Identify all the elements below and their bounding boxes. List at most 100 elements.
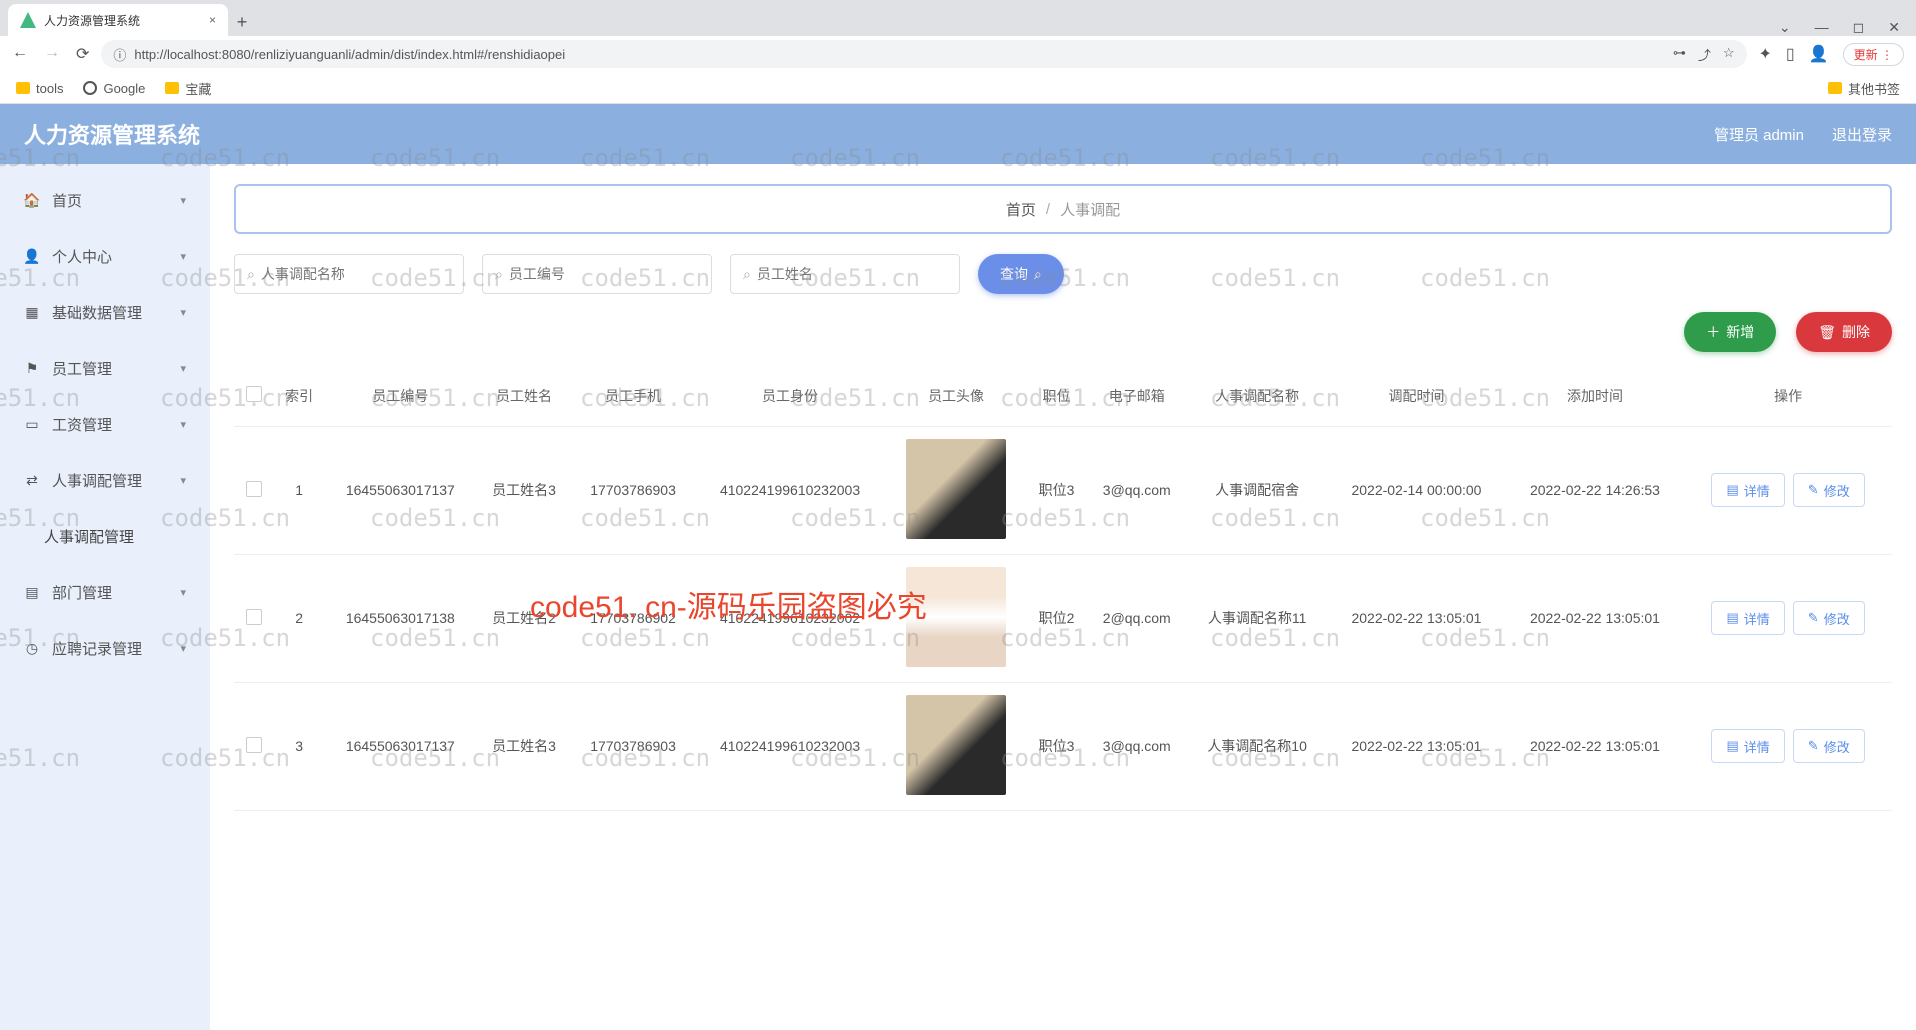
edit-button[interactable]: ✎修改 bbox=[1793, 601, 1865, 635]
search-empname-input[interactable] bbox=[757, 266, 947, 282]
search-bar: ⌕ ⌕ ⌕ 查询⌕ bbox=[234, 254, 1892, 294]
row-checkbox[interactable] bbox=[246, 737, 262, 753]
table-header: 调配时间 bbox=[1327, 366, 1505, 426]
bookmark-treasure[interactable]: 宝藏 bbox=[165, 79, 211, 98]
menu-label: 首页 bbox=[52, 190, 82, 211]
breadcrumb-home[interactable]: 首页 bbox=[1006, 199, 1036, 220]
minimize-icon[interactable]: — bbox=[1815, 19, 1829, 36]
close-window-icon[interactable]: ✕ bbox=[1888, 19, 1900, 36]
cell-empno: 16455063017137 bbox=[324, 426, 476, 554]
bookmark-tools[interactable]: tools bbox=[16, 81, 63, 96]
menu-icon: 🏠 bbox=[24, 192, 40, 208]
logout-link[interactable]: 退出登录 bbox=[1832, 124, 1892, 145]
star-icon[interactable]: ☆ bbox=[1723, 45, 1735, 64]
sidebar: 🏠首页▾👤个人中心▾▦基础数据管理▾⚑员工管理▾▭工资管理▾⇄人事调配管理▾人事… bbox=[0, 164, 210, 1030]
search-name-field[interactable]: ⌕ bbox=[234, 254, 464, 294]
query-button[interactable]: 查询⌕ bbox=[978, 254, 1064, 294]
search-empno-input[interactable] bbox=[509, 266, 699, 282]
sidebar-item-8[interactable]: ◷应聘记录管理▾ bbox=[0, 620, 210, 676]
search-icon: ⌕ bbox=[1034, 266, 1042, 283]
back-icon[interactable]: ← bbox=[12, 44, 28, 64]
cell-idcard: 410224199610232002 bbox=[694, 554, 885, 682]
detail-button[interactable]: ▤详情 bbox=[1711, 601, 1784, 635]
forward-icon[interactable]: → bbox=[44, 44, 60, 64]
cell-tname: 人事调配宿舍 bbox=[1187, 426, 1327, 554]
key-icon[interactable]: ⊶ bbox=[1673, 45, 1686, 64]
menu-icon: ⇄ bbox=[24, 472, 40, 488]
menu-label: 基础数据管理 bbox=[52, 302, 142, 323]
cell-name: 员工姓名3 bbox=[476, 426, 571, 554]
table-row: 316455063017137员工姓名317703786903410224199… bbox=[234, 682, 1892, 810]
window-controls: ⌄ — ◻ ✕ bbox=[1779, 19, 1916, 36]
cell-atime: 2022-02-22 14:26:53 bbox=[1506, 426, 1684, 554]
user-label[interactable]: 管理员 admin bbox=[1714, 124, 1804, 145]
cell-ttime: 2022-02-22 13:05:01 bbox=[1327, 554, 1505, 682]
chevron-icon: ▾ bbox=[180, 418, 186, 431]
row-checkbox[interactable] bbox=[246, 481, 262, 497]
breadcrumb-sep: / bbox=[1046, 201, 1050, 218]
sidebar-item-1[interactable]: 👤个人中心▾ bbox=[0, 228, 210, 284]
profile-icon[interactable]: 👤 bbox=[1809, 44, 1829, 64]
menu-label: 人事调配管理 bbox=[44, 526, 134, 547]
sidebar-item-3[interactable]: ⚑员工管理▾ bbox=[0, 340, 210, 396]
cell-name: 员工姓名2 bbox=[476, 554, 571, 682]
extension-icon[interactable]: ✦ bbox=[1759, 44, 1772, 64]
sidebar-item-2[interactable]: ▦基础数据管理▾ bbox=[0, 284, 210, 340]
chevron-icon: ▾ bbox=[180, 642, 186, 655]
sidebar-item-0[interactable]: 🏠首页▾ bbox=[0, 172, 210, 228]
app-header: 人力资源管理系统 管理员 admin 退出登录 bbox=[0, 104, 1916, 164]
tab-bar: 人力资源管理系统 × + ⌄ — ◻ ✕ bbox=[0, 0, 1916, 36]
action-buttons: ＋新增 🗑删除 bbox=[234, 312, 1892, 352]
add-button[interactable]: ＋新增 bbox=[1684, 312, 1776, 352]
main-content: 首页 / 人事调配 ⌕ ⌕ ⌕ 查询⌕ ＋新增 bbox=[210, 164, 1916, 1030]
menu-icon: ▦ bbox=[24, 304, 40, 320]
vue-favicon bbox=[20, 12, 36, 28]
detail-button[interactable]: ▤详情 bbox=[1711, 473, 1784, 507]
new-tab-button[interactable]: + bbox=[228, 8, 256, 36]
data-table: 索引员工编号员工姓名员工手机员工身份员工头像职位电子邮箱人事调配名称调配时间添加… bbox=[234, 366, 1892, 811]
bookmark-google[interactable]: Google bbox=[83, 81, 145, 96]
menu-icon: ⚑ bbox=[24, 360, 40, 376]
sidebar-item-6[interactable]: 人事调配管理 bbox=[0, 508, 210, 564]
address-bar: ← → ⟳ ⓘ http://localhost:8080/renliziyua… bbox=[0, 36, 1916, 72]
edit-button[interactable]: ✎修改 bbox=[1793, 473, 1865, 507]
close-tab-icon[interactable]: × bbox=[209, 13, 216, 27]
detail-button[interactable]: ▤详情 bbox=[1711, 729, 1784, 763]
edit-button[interactable]: ✎修改 bbox=[1793, 729, 1865, 763]
bookmarks-bar: tools Google 宝藏 其他书签 bbox=[0, 72, 1916, 104]
table-header: 员工编号 bbox=[324, 366, 476, 426]
update-button[interactable]: 更新 ⋮ bbox=[1843, 43, 1904, 66]
breadcrumb-current: 人事调配 bbox=[1060, 199, 1120, 220]
cell-empno: 16455063017138 bbox=[324, 554, 476, 682]
url-bar[interactable]: ⓘ http://localhost:8080/renliziyuanguanl… bbox=[101, 40, 1746, 68]
browser-tab[interactable]: 人力资源管理系统 × bbox=[8, 4, 228, 36]
row-checkbox[interactable] bbox=[246, 609, 262, 625]
breadcrumb: 首页 / 人事调配 bbox=[234, 184, 1892, 234]
menu-label: 人事调配管理 bbox=[52, 470, 142, 491]
pencil-icon: ✎ bbox=[1808, 610, 1819, 626]
chevron-down-icon[interactable]: ⌄ bbox=[1779, 19, 1791, 36]
share-icon[interactable]: ⤴ bbox=[1698, 45, 1711, 64]
checkbox-all[interactable] bbox=[246, 386, 262, 402]
maximize-icon[interactable]: ◻ bbox=[1853, 19, 1865, 36]
table-header: 员工姓名 bbox=[476, 366, 571, 426]
menu-label: 工资管理 bbox=[52, 414, 112, 435]
search-empno-field[interactable]: ⌕ bbox=[482, 254, 712, 294]
cell-pos: 职位3 bbox=[1026, 682, 1086, 810]
table-header: 员工头像 bbox=[886, 366, 1027, 426]
doc-icon: ▤ bbox=[1726, 482, 1738, 498]
panel-icon[interactable]: ▯ bbox=[1786, 44, 1795, 64]
reload-icon[interactable]: ⟳ bbox=[76, 44, 89, 64]
table-header: 添加时间 bbox=[1506, 366, 1684, 426]
bookmark-other[interactable]: 其他书签 bbox=[1828, 79, 1900, 98]
menu-icon: ▭ bbox=[24, 416, 40, 432]
sidebar-item-4[interactable]: ▭ 工资管理 ▾ bbox=[0, 396, 210, 452]
cell-phone: 17703786903 bbox=[572, 426, 695, 554]
sidebar-item-5[interactable]: ⇄人事调配管理▾ bbox=[0, 452, 210, 508]
search-name-input[interactable] bbox=[261, 266, 451, 282]
search-empname-field[interactable]: ⌕ bbox=[730, 254, 960, 294]
sidebar-item-7[interactable]: ▤部门管理▾ bbox=[0, 564, 210, 620]
info-icon[interactable]: ⓘ bbox=[113, 45, 126, 64]
avatar bbox=[906, 695, 1006, 795]
delete-button[interactable]: 🗑删除 bbox=[1796, 312, 1892, 352]
